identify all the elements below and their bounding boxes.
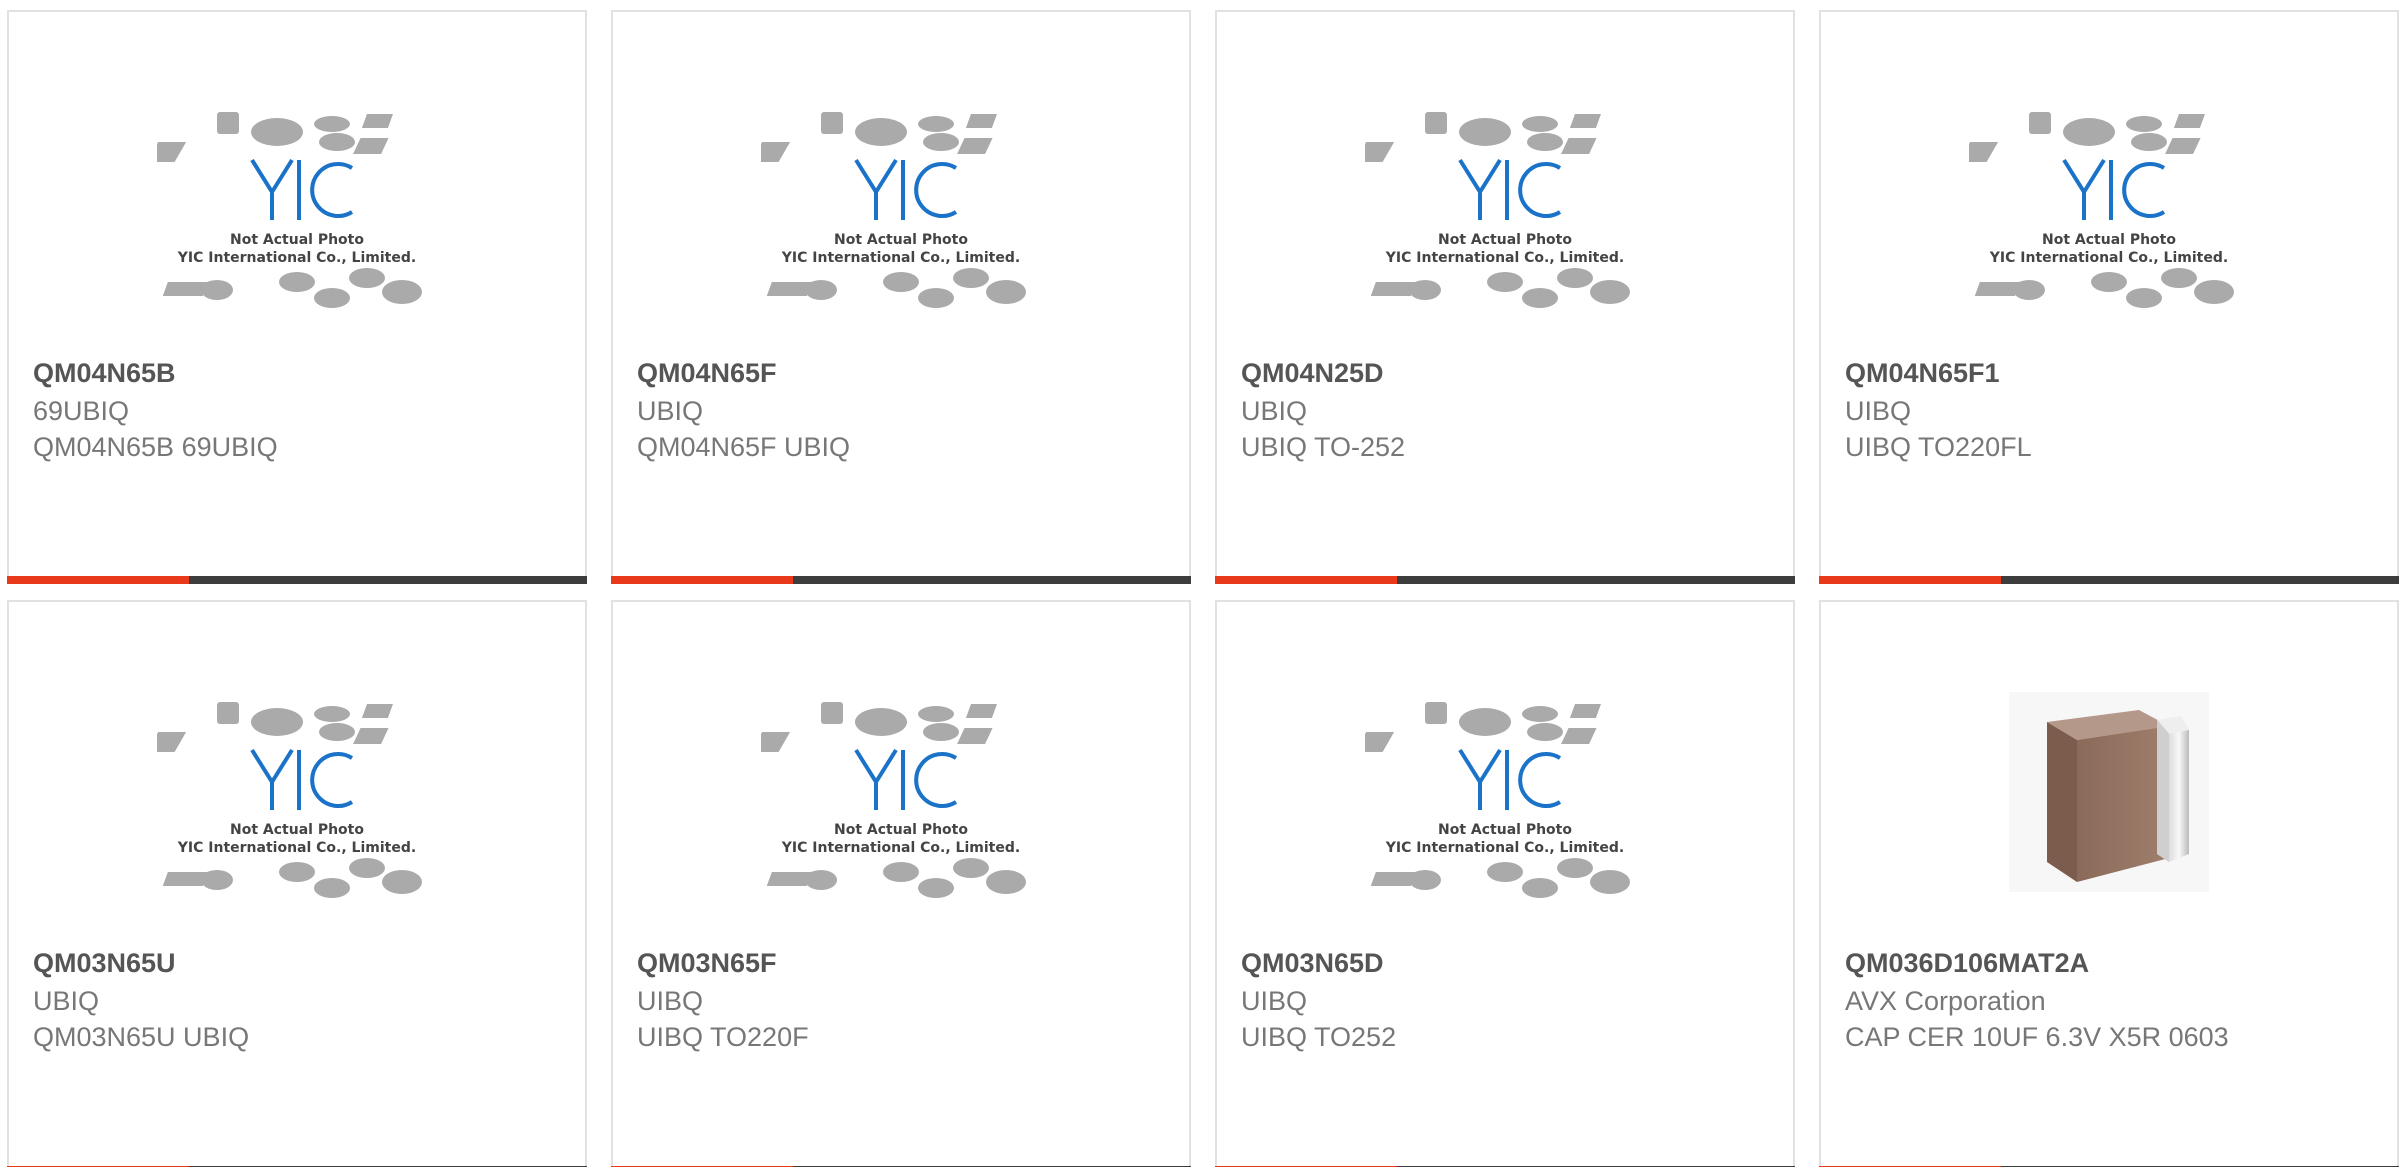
- description: UBIQ TO-252: [1241, 432, 1406, 462]
- placeholder-caption-1: Not Actual Photo: [2042, 232, 2176, 248]
- product-image[interactable]: Not Actual Photo YIC International Co., …: [613, 92, 1189, 362]
- placeholder-caption-1: Not Actual Photo: [230, 232, 364, 248]
- manufacturer: AVX Corporation: [1845, 986, 2046, 1016]
- placeholder-photo-icon: Not Actual Photo YIC International Co., …: [1365, 112, 1630, 308]
- placeholder-caption-2: YIC International Co., Limited.: [1989, 250, 2228, 266]
- placeholder-caption-2: YIC International Co., Limited.: [781, 840, 1020, 856]
- placeholder-caption-2: YIC International Co., Limited.: [177, 840, 416, 856]
- placeholder-photo-icon: Not Actual Photo YIC International Co., …: [761, 702, 1026, 898]
- description: CAP CER 10UF 6.3V X5R 0603: [1845, 1022, 2229, 1052]
- product-image[interactable]: Not Actual Photo YIC International Co., …: [9, 92, 585, 362]
- manufacturer: UIBQ: [637, 986, 704, 1016]
- card-accent-bar: [611, 576, 793, 584]
- placeholder-caption-2: YIC International Co., Limited.: [1385, 840, 1624, 856]
- card-accent-bar: [1819, 576, 2001, 584]
- description: QM04N65F UBIQ: [637, 432, 851, 462]
- part-number[interactable]: QM04N25D: [1241, 358, 1384, 389]
- manufacturer: UIBQ: [1241, 986, 1308, 1016]
- product-image[interactable]: [1821, 682, 2397, 952]
- manufacturer: 69UBIQ: [33, 396, 130, 426]
- part-number[interactable]: QM03N65F: [637, 948, 777, 979]
- part-number[interactable]: QM04N65F1: [1845, 358, 2000, 389]
- placeholder-caption-1: Not Actual Photo: [834, 232, 968, 248]
- card-bottom-bar: [1819, 576, 2399, 584]
- manufacturer: UBIQ: [637, 396, 704, 426]
- card-bottom-bar: [611, 576, 1191, 584]
- part-number[interactable]: QM04N65B: [33, 358, 176, 389]
- description: UIBQ TO220F: [637, 1022, 809, 1052]
- description: UIBQ TO220FL: [1845, 432, 2032, 462]
- capacitor-photo-icon: [2009, 692, 2209, 892]
- product-image[interactable]: Not Actual Photo YIC International Co., …: [9, 682, 585, 952]
- placeholder-caption-1: Not Actual Photo: [1438, 822, 1572, 838]
- part-number[interactable]: QM036D106MAT2A: [1845, 948, 2089, 979]
- placeholder-caption-1: Not Actual Photo: [1438, 232, 1572, 248]
- product-grid: Not Actual Photo YIC International Co., …: [0, 0, 2400, 1167]
- placeholder-caption-2: YIC International Co., Limited.: [177, 250, 416, 266]
- product-card[interactable]: Not Actual Photo YIC International Co., …: [611, 600, 1191, 1167]
- placeholder-caption-2: YIC International Co., Limited.: [781, 250, 1020, 266]
- placeholder-photo-icon: Not Actual Photo YIC International Co., …: [761, 112, 1026, 308]
- placeholder-photo-icon: Not Actual Photo YIC International Co., …: [1365, 702, 1630, 898]
- product-card[interactable]: Not Actual Photo YIC International Co., …: [1215, 600, 1795, 1167]
- product-card[interactable]: Not Actual Photo YIC International Co., …: [1215, 10, 1795, 584]
- placeholder-caption-2: YIC International Co., Limited.: [1385, 250, 1624, 266]
- card-accent-bar: [1215, 576, 1397, 584]
- placeholder-photo-icon: Not Actual Photo YIC International Co., …: [157, 702, 422, 898]
- part-number[interactable]: QM04N65F: [637, 358, 777, 389]
- placeholder-photo-icon: Not Actual Photo YIC International Co., …: [157, 112, 422, 308]
- product-card[interactable]: QM036D106MAT2A AVX Corporation CAP CER 1…: [1819, 600, 2399, 1167]
- description: UIBQ TO252: [1241, 1022, 1397, 1052]
- manufacturer: UBIQ: [1241, 396, 1308, 426]
- product-image[interactable]: Not Actual Photo YIC International Co., …: [613, 682, 1189, 952]
- part-number[interactable]: QM03N65D: [1241, 948, 1384, 979]
- description: QM04N65B 69UBIQ: [33, 432, 278, 462]
- product-card[interactable]: Not Actual Photo YIC International Co., …: [7, 600, 587, 1167]
- manufacturer: UIBQ: [1845, 396, 1912, 426]
- product-image[interactable]: Not Actual Photo YIC International Co., …: [1217, 92, 1793, 362]
- placeholder-photo-icon: Not Actual Photo YIC International Co., …: [1969, 112, 2234, 308]
- card-bottom-bar: [1215, 576, 1795, 584]
- product-card[interactable]: Not Actual Photo YIC International Co., …: [611, 10, 1191, 584]
- part-number[interactable]: QM03N65U: [33, 948, 176, 979]
- product-image[interactable]: Not Actual Photo YIC International Co., …: [1217, 682, 1793, 952]
- manufacturer: UBIQ: [33, 986, 100, 1016]
- product-image[interactable]: Not Actual Photo YIC International Co., …: [1821, 92, 2397, 362]
- product-card[interactable]: Not Actual Photo YIC International Co., …: [7, 10, 587, 584]
- description: QM03N65U UBIQ: [33, 1022, 250, 1052]
- card-accent-bar: [7, 576, 189, 584]
- product-card[interactable]: Not Actual Photo YIC International Co., …: [1819, 10, 2399, 584]
- placeholder-caption-1: Not Actual Photo: [834, 822, 968, 838]
- card-bottom-bar: [7, 576, 587, 584]
- placeholder-caption-1: Not Actual Photo: [230, 822, 364, 838]
